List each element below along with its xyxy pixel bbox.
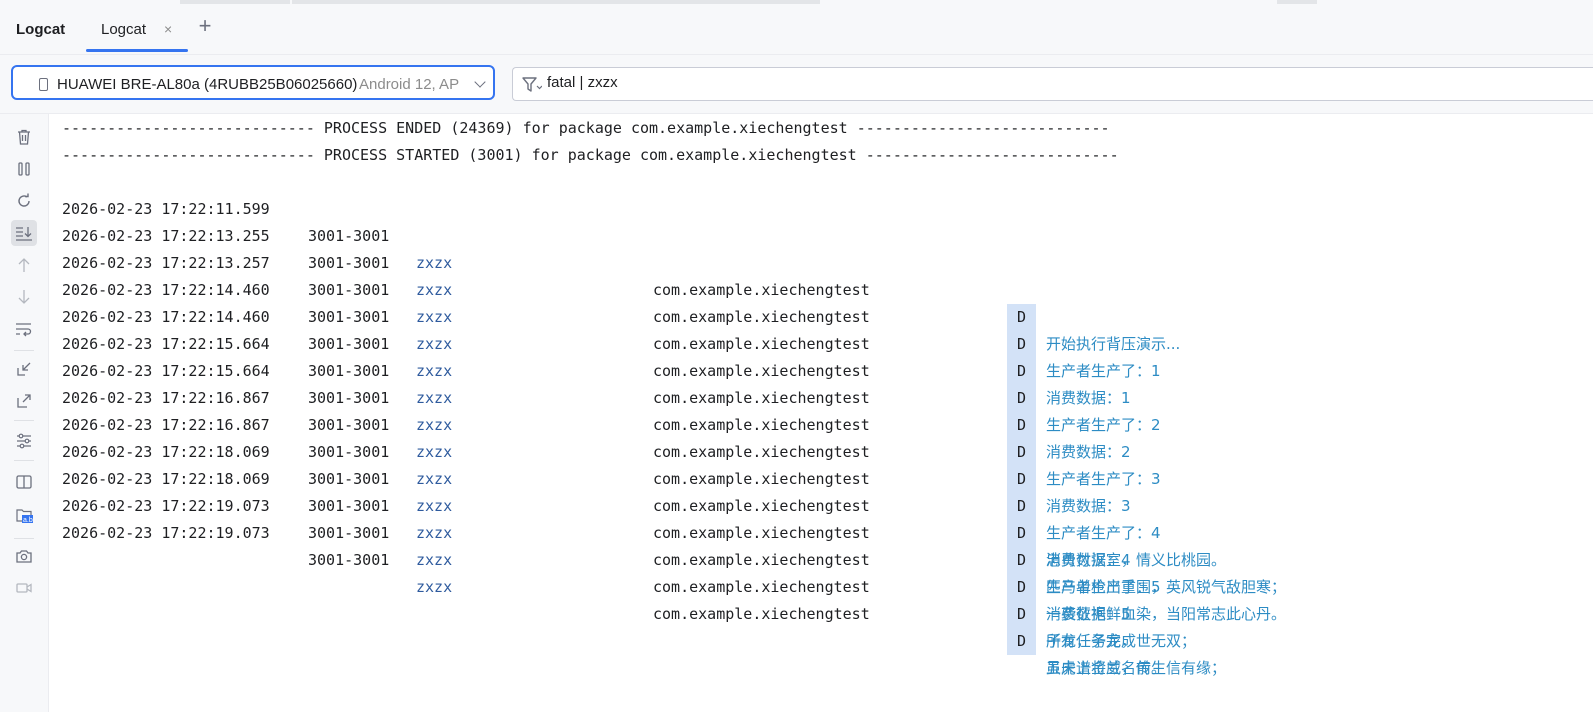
filter-query: fatal | zxzx [547,74,618,91]
pause-icon [18,162,30,176]
log-continuation-line: 忠勇付汉室，情义比桃园。 [49,520,1593,569]
logcat-filter-input[interactable]: fatal | zxzx [512,67,1593,101]
video-icon [16,583,32,593]
log-message: 五虎上将威名传。 [1046,659,1167,677]
log-entry: 2026-02-23 17:22:19.073 3001-3001 zxzx c… [49,466,1593,650]
log-entry: 2026-02-23 17:22:15.664 3001-3001 zxzx c… [49,304,1593,488]
log-entry: 2026-02-23 17:22:13.257 3001-3001 zxzx c… [49,223,1593,407]
clear-logcat-button[interactable] [11,124,37,150]
logcat-toolbar: a.b [0,114,49,712]
restart-button[interactable] [11,188,37,214]
active-tab-indicator [86,49,188,52]
log-entry: 2026-02-23 17:22:15.664 3001-3001 zxzx c… [49,331,1593,515]
screen-record-button[interactable] [11,575,37,601]
log-continuation-line: 一袭征袍鲜血染，当阳常志此心丹。 [49,574,1593,623]
scroll-to-end-button[interactable] [11,220,37,246]
logcat-output[interactable]: ---------------------------- PROCESS END… [49,114,1593,712]
log-entry: 2026-02-23 17:22:18.069 3001-3001 zxzx c… [49,412,1593,596]
down-arrow-icon [18,290,30,304]
log-entry: 2026-02-23 17:22:14.460 3001-3001 zxzx c… [49,277,1593,461]
chevron-down-icon [474,76,486,88]
collapse-icon [17,362,31,376]
log-continuation-line: 匹马单枪出重围，英风锐气敌胆寒； [49,547,1593,596]
previous-occurrence-button[interactable] [11,252,37,278]
log-entry: 2026-02-23 17:22:14.460 3001-3001 zxzx c… [49,250,1593,434]
next-occurrence-button[interactable] [11,284,37,310]
filter-icon[interactable] [522,76,543,99]
split-panels-icon [16,475,32,489]
soft-wrap-button[interactable] [11,316,37,342]
log-entry: 2026-02-23 17:22:16.867 3001-3001 zxzx c… [49,358,1593,542]
filter-toolbar: HUAWEI BRE-AL80a (4RUBB25B06025660) Andr… [0,55,1593,114]
tool-window-header: Logcat Logcat × + [0,4,1593,55]
view-format-icon: a.b [16,509,33,524]
screenshot-button[interactable] [11,543,37,569]
expand-icon [17,394,31,408]
close-icon[interactable]: × [164,21,172,37]
soft-wrap-icon [16,323,32,337]
tool-window-title: Logcat [16,21,66,38]
settings-sliders-icon [17,433,31,449]
restart-icon [18,193,30,207]
process-ended-banner: ---------------------------- PROCESS END… [62,119,1110,137]
add-tab-button[interactable]: + [193,14,217,38]
settings-button[interactable] [11,428,37,454]
tab-logcat[interactable]: Logcat × [86,4,188,54]
camera-icon [16,550,32,563]
pause-button[interactable] [11,156,37,182]
device-name: HUAWEI BRE-AL80a (4RUBB25B06025660) [57,76,358,93]
up-arrow-icon [18,258,30,272]
log-entry: 2026-02-23 17:22:19.073 3001-3001 zxzx c… [49,493,1593,677]
phone-icon [39,78,48,91]
log-continuation-line: 五虎上将威名传。 [49,628,1593,677]
svg-text:a.b: a.b [23,517,33,524]
process-started-banner: ---------------------------- PROCESS STA… [62,146,1119,164]
device-selector[interactable]: HUAWEI BRE-AL80a (4RUBB25B06025660) Andr… [11,65,495,100]
device-os: Android 12, AP [359,76,460,93]
log-entry: 2026-02-23 17:22:13.255 3001-3001 zxzx c… [49,196,1593,380]
log-continuation-line: 子龙，子龙，世无双； [49,601,1593,650]
split-panels-button[interactable] [11,469,37,495]
log-entry: 2026-02-23 17:22:11.599 3001-3001 zxzx c… [49,169,1593,353]
scroll-to-end-icon [16,227,32,241]
tab-label: Logcat [101,21,147,38]
log-entry: 2026-02-23 17:22:16.867 3001-3001 zxzx c… [49,385,1593,569]
trash-icon [18,129,30,145]
view-format-button[interactable]: a.b [11,502,37,528]
collapse-button[interactable] [11,356,37,382]
log-entry: 2026-02-23 17:22:18.069 3001-3001 zxzx c… [49,439,1593,623]
expand-button[interactable] [11,388,37,414]
